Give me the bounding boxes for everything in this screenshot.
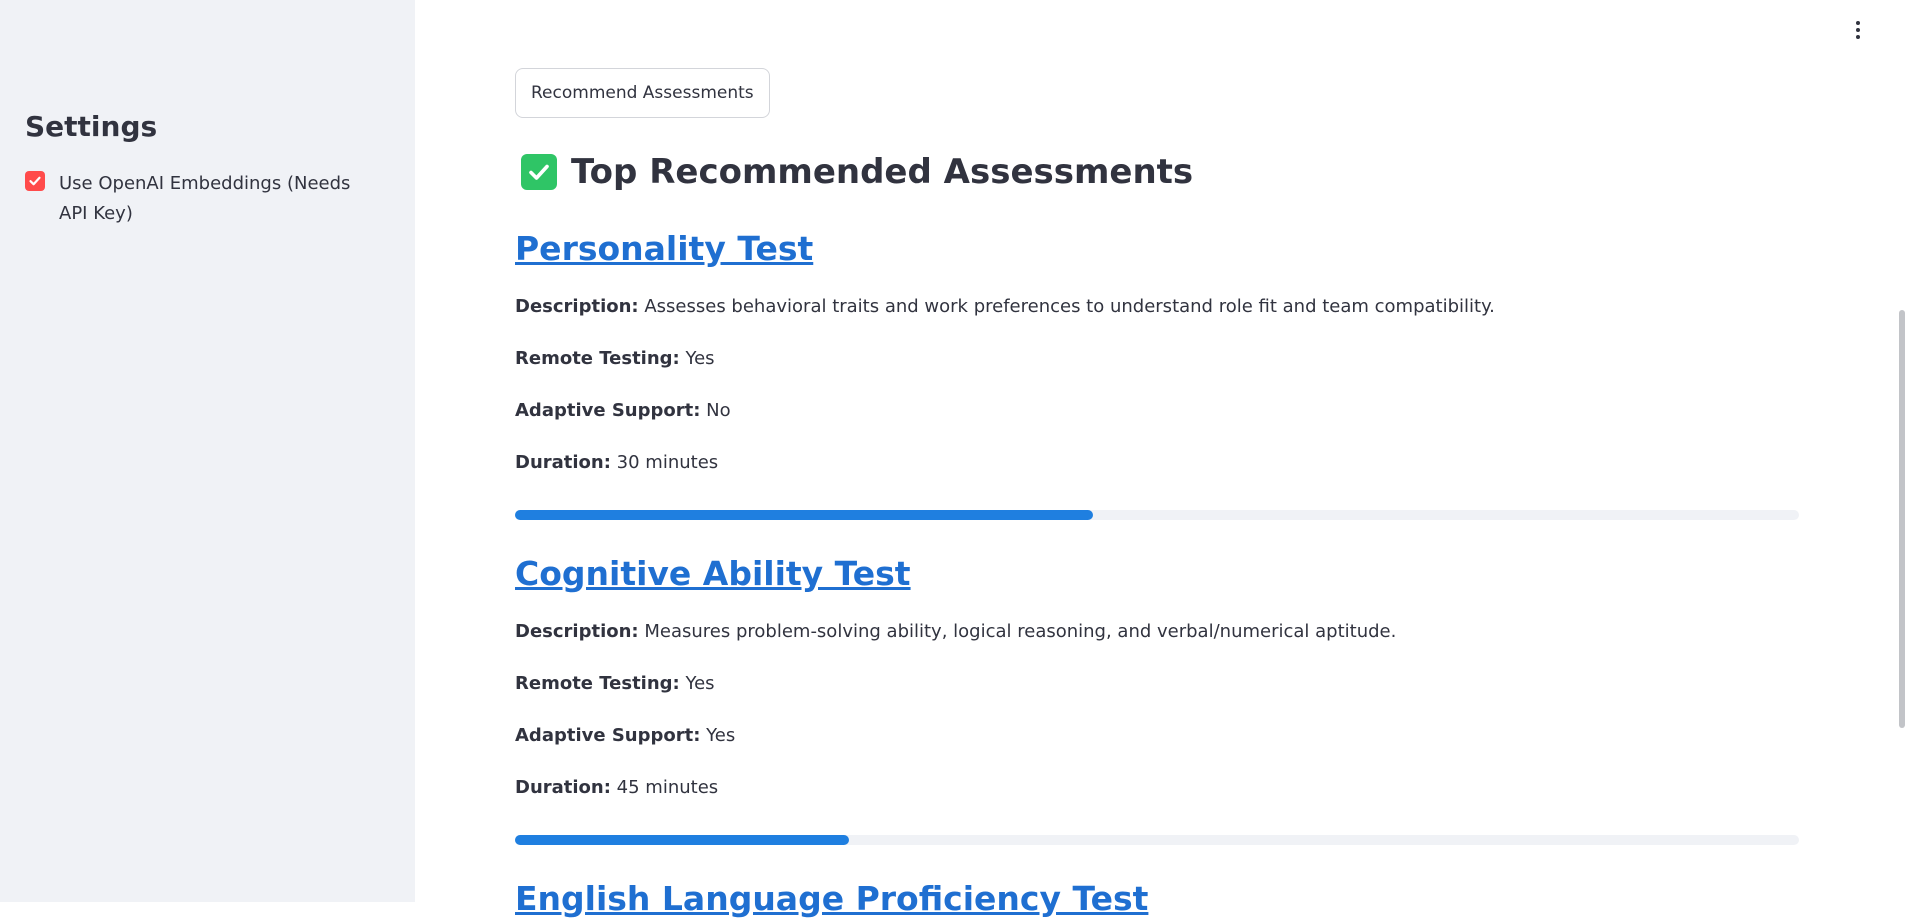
duration-label: Duration: (515, 452, 611, 473)
description-value: Assesses behavioral traits and work pref… (644, 296, 1495, 317)
description-value: Measures problem-solving ability, logica… (644, 621, 1397, 642)
duration-field: Duration: 30 minutes (515, 452, 718, 473)
assessment-title-link[interactable]: Personality Test (515, 229, 813, 268)
remote-testing-label: Remote Testing: (515, 348, 680, 369)
score-progress-bar (515, 510, 1799, 520)
more-options-icon[interactable] (1848, 16, 1868, 44)
score-progress-fill (515, 835, 849, 845)
remote-testing-value: Yes (685, 673, 715, 694)
assessment-title-link[interactable]: Cognitive Ability Test (515, 554, 911, 593)
sidebar-title: Settings (25, 110, 158, 143)
duration-value: 45 minutes (616, 777, 719, 798)
adaptive-support-value: Yes (706, 725, 736, 746)
remote-testing-label: Remote Testing: (515, 673, 680, 694)
recommend-assessments-button[interactable]: Recommend Assessments (515, 68, 770, 118)
results-heading: Top Recommended Assessments (521, 152, 1193, 192)
adaptive-support-label: Adaptive Support: (515, 400, 701, 421)
duration-field: Duration: 45 minutes (515, 777, 718, 798)
duration-value: 30 minutes (616, 452, 719, 473)
checkbox-label: Use OpenAI Embeddings (Needs API Key) (59, 173, 351, 224)
check-mark-icon (521, 154, 557, 190)
score-progress-fill (515, 510, 1093, 520)
remote-testing-value: Yes (685, 348, 715, 369)
adaptive-support-field: Adaptive Support: No (515, 400, 731, 421)
score-progress-bar (515, 835, 1799, 845)
remote-testing-field: Remote Testing: Yes (515, 673, 715, 694)
duration-label: Duration: (515, 777, 611, 798)
description-field: Description: Assesses behavioral traits … (515, 296, 1495, 317)
description-label: Description: (515, 296, 639, 317)
checkbox-checked-icon[interactable] (25, 171, 45, 191)
remote-testing-field: Remote Testing: Yes (515, 348, 715, 369)
adaptive-support-value: No (706, 400, 731, 421)
openai-embeddings-checkbox[interactable]: Use OpenAI Embeddings (Needs API Key) (25, 169, 359, 229)
description-label: Description: (515, 621, 639, 642)
assessment-title-link[interactable]: English Language Proficiency Test (515, 879, 1148, 918)
adaptive-support-label: Adaptive Support: (515, 725, 701, 746)
main-content: Recommend Assessments Top Recommended As… (515, 0, 1799, 918)
sidebar: Settings Use OpenAI Embeddings (Needs AP… (0, 0, 415, 902)
results-heading-text: Top Recommended Assessments (571, 152, 1194, 192)
description-field: Description: Measures problem-solving ab… (515, 621, 1396, 642)
scrollbar-thumb[interactable] (1899, 310, 1905, 728)
adaptive-support-field: Adaptive Support: Yes (515, 725, 735, 746)
